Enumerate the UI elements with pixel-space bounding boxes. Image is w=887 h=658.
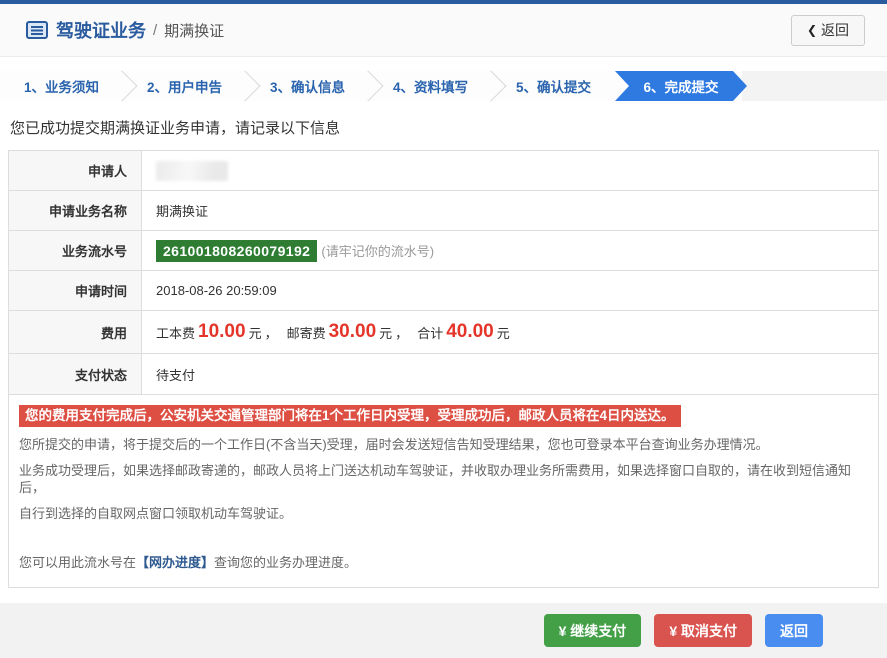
row-label: 业务流水号 — [9, 231, 142, 270]
payment-status: 待支付 — [156, 367, 196, 383]
note-line: 您所提交的申请，将于提交后的一个工作日(不含当天)受理，届时会发送短信告知受理结… — [19, 437, 769, 452]
list-icon — [26, 21, 48, 39]
table-row-fee: 费用 工本费 10.00 元 ， 邮寄费 30.00 元 ， 合计 40.00 … — [9, 311, 878, 354]
fee-item1-label: 工本费 — [156, 325, 196, 341]
step-1-business-notice: 1、业务须知 — [0, 71, 123, 101]
serial-number-badge: 261001808260079192 — [156, 239, 318, 262]
fee-total-label: 合计 — [417, 325, 444, 341]
steps-container: 1、业务须知 2、用户申告 3、确认信息 4、资料填写 5、确认提交 6、完成提… — [0, 71, 742, 101]
step-5-confirm-submit: 5、确认提交 — [492, 71, 615, 101]
row-value: 期满换证 — [156, 204, 209, 219]
table-row-apply-time: 申请时间 2018-08-26 20:59:09 — [9, 271, 878, 311]
back-button[interactable]: ❮ 返回 — [790, 14, 865, 46]
step-label: 5、确认提交 — [515, 80, 591, 95]
fee-separator: ， — [264, 325, 278, 341]
success-message: 您已成功提交期满换证业务申请，请记录以下信息 — [10, 120, 341, 137]
fee-item1-amount: 10.00 — [198, 321, 246, 342]
progress-link[interactable]: 【网办进度】 — [136, 555, 214, 570]
step-4-fill-data: 4、资料填写 — [369, 71, 492, 101]
fee-unit: 元 — [248, 325, 262, 341]
fee-item2-amount: 30.00 — [328, 321, 377, 342]
row-label: 申请时间 — [9, 271, 142, 310]
progress-hint: 您可以用此流水号在【网办进度】查询您的业务办理进度。 — [19, 552, 868, 571]
fee-total-amount: 40.00 — [446, 321, 494, 342]
steps-bar: 1、业务须知 2、用户申告 3、确认信息 4、资料填写 5、确认提交 6、完成提… — [0, 71, 887, 101]
step-label: 3、确认信息 — [269, 80, 345, 95]
redacted-applicant-name — [156, 160, 228, 181]
table-row-applicant: 申请人 — [9, 151, 878, 191]
step-label: 1、业务须知 — [23, 80, 99, 95]
serial-number-note: (请牢记你的流水号) — [321, 244, 435, 259]
page-title: 驾驶证业务 — [56, 21, 146, 41]
step-2-user-declaration: 2、用户申告 — [123, 71, 246, 101]
note-line: 业务成功受理后，如果选择邮政寄递的，邮政人员将上门送达机动车驾驶证，并收取办理业… — [19, 463, 852, 495]
header: 驾驶证业务 / 期满换证 ❮ 返回 — [0, 4, 887, 57]
cancel-pay-button[interactable]: ¥ 取消支付 — [654, 614, 752, 647]
step-label: 4、资料填写 — [392, 80, 468, 95]
step-label: 2、用户申告 — [146, 80, 222, 95]
row-label: 费用 — [9, 311, 142, 353]
main-content: 您已成功提交期满换证业务申请，请记录以下信息 申请人 申请业务名称 期满换证 业… — [0, 117, 887, 588]
notes-box: 您的费用支付完成后，公安机关交通管理部门将在1个工作日内受理，受理成功后，邮政人… — [8, 395, 879, 588]
return-button[interactable]: 返回 — [765, 614, 823, 647]
breadcrumb-separator: / — [153, 21, 158, 39]
row-label: 申请人 — [9, 151, 142, 190]
breadcrumb-current: 期满换证 — [164, 22, 225, 40]
back-button-label: 返回 — [821, 22, 849, 38]
step-6-complete-submit: 6、完成提交 — [615, 71, 747, 101]
table-row-serial-number: 业务流水号 261001808260079192 (请牢记你的流水号) — [9, 231, 878, 271]
breadcrumb: 驾驶证业务 / 期满换证 — [26, 17, 224, 43]
table-row-payment-status: 支付状态 待支付 — [9, 354, 878, 394]
warning-banner: 您的费用支付完成后，公安机关交通管理部门将在1个工作日内受理，受理成功后，邮政人… — [19, 405, 681, 427]
row-value: 工本费 10.00 元 ， 邮寄费 30.00 元 ， 合计 40.00 元 — [142, 311, 878, 353]
fee-unit: 元 — [496, 325, 510, 341]
progress-hint-suffix: 查询您的业务办理进度。 — [214, 555, 358, 570]
fee-unit: 元 — [379, 325, 393, 341]
step-label: 6、完成提交 — [643, 80, 719, 95]
table-row-business-name: 申请业务名称 期满换证 — [9, 191, 878, 231]
row-label: 支付状态 — [9, 354, 142, 394]
row-value: 261001808260079192 (请牢记你的流水号) — [142, 231, 878, 270]
progress-hint-prefix: 您可以用此流水号在 — [19, 555, 137, 570]
note-line: 自行到选择的自取网点窗口领取机动车驾驶证。 — [19, 506, 293, 521]
row-value — [142, 151, 878, 190]
footer-bar: ¥ 继续支付 ¥ 取消支付 返回 — [0, 603, 887, 658]
row-label: 申请业务名称 — [9, 191, 142, 230]
info-table: 申请人 申请业务名称 期满换证 业务流水号 261001808260079192… — [8, 150, 879, 395]
step-3-confirm-info: 3、确认信息 — [246, 71, 369, 101]
continue-pay-button[interactable]: ¥ 继续支付 — [543, 614, 642, 647]
fee-item2-label: 邮寄费 — [286, 325, 326, 341]
fee-separator: ， — [395, 325, 409, 341]
chevron-left-icon: ❮ — [806, 23, 817, 37]
row-value: 2018-08-26 20:59:09 — [156, 283, 277, 298]
